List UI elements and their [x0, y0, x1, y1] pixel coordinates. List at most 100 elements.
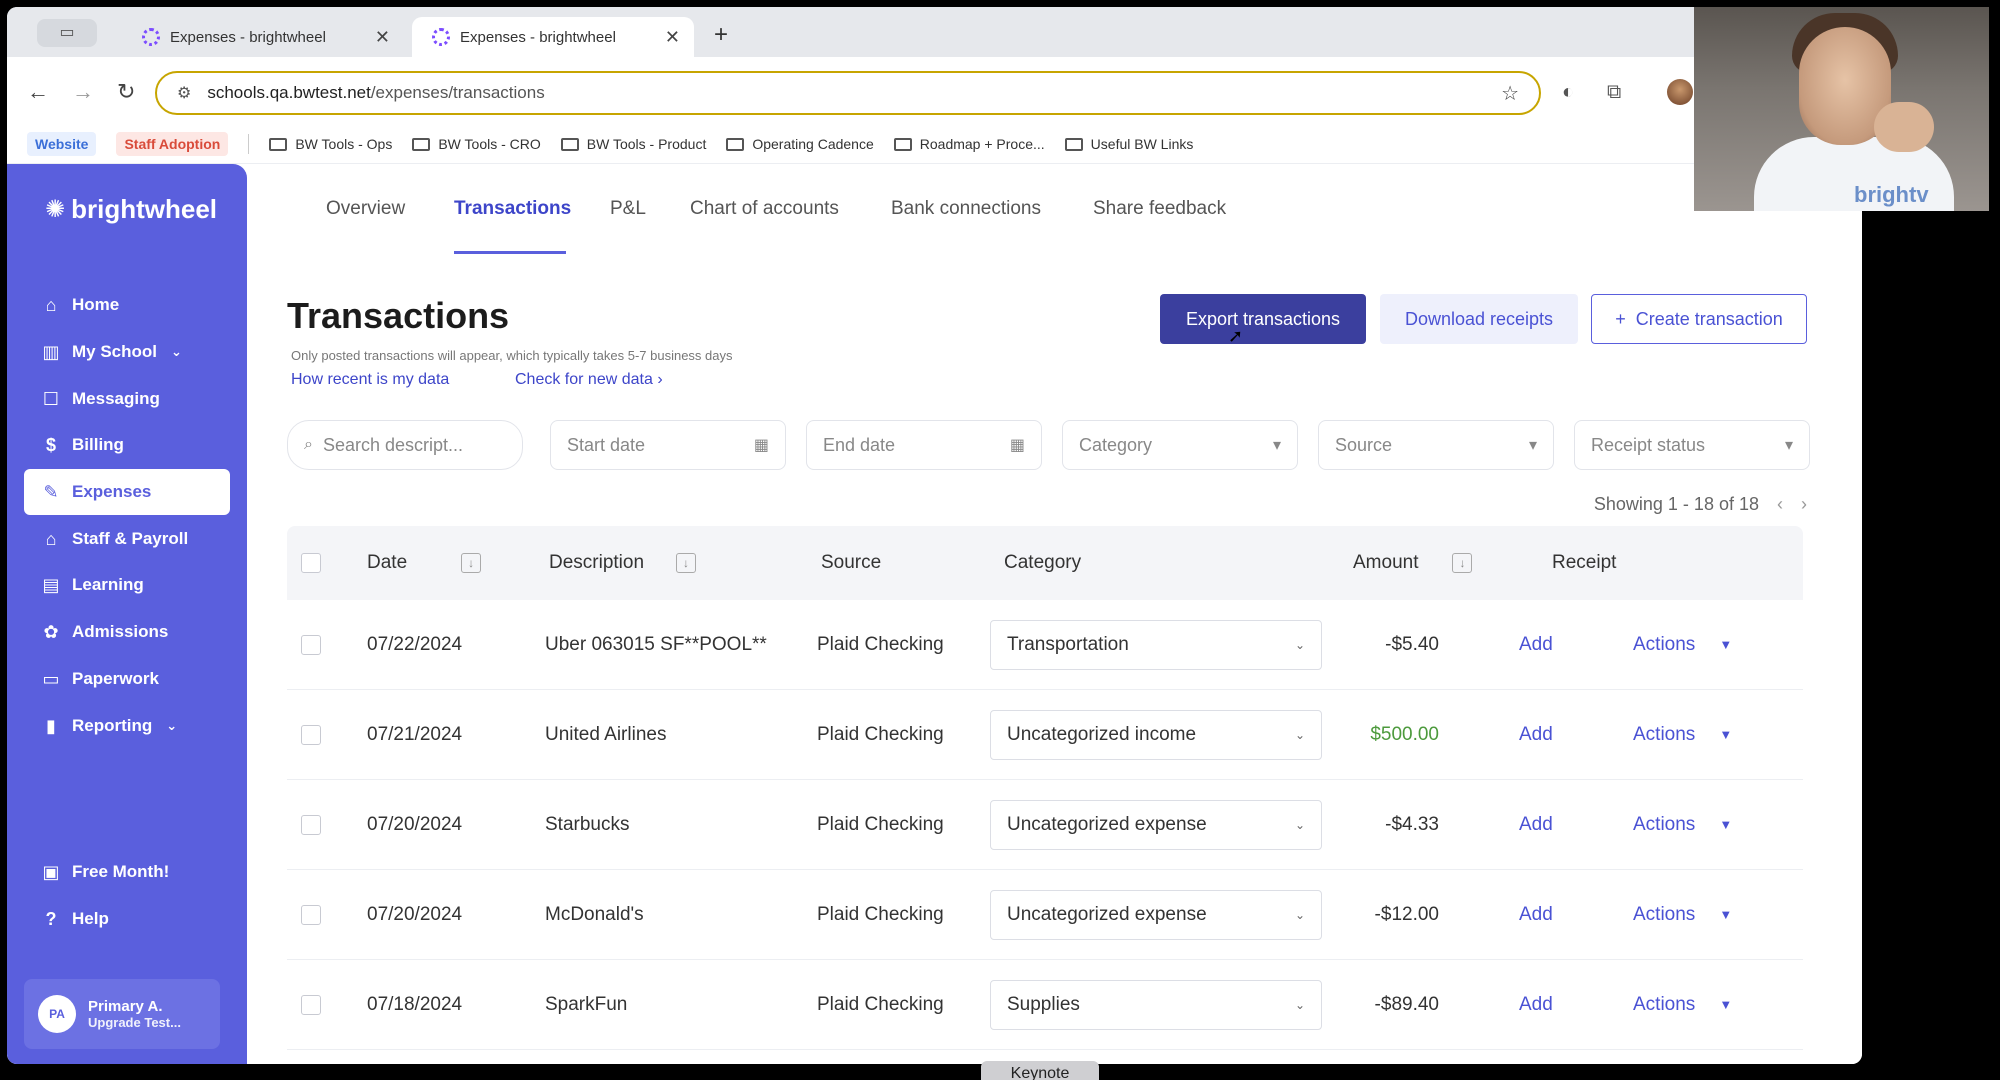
tab-bank-connections[interactable]: Bank connections	[891, 198, 1041, 220]
tab-transactions[interactable]: Transactions	[454, 198, 571, 220]
reload-icon[interactable]: ↻	[117, 79, 135, 105]
tab-share-feedback[interactable]: Share feedback	[1093, 198, 1226, 220]
bookmark-folder[interactable]: BW Tools - Product	[560, 136, 706, 152]
category-value: Transportation	[1007, 633, 1129, 655]
sidebar-item-messaging[interactable]: ☐ Messaging	[24, 376, 230, 422]
tab-p-and-l[interactable]: P&L	[610, 198, 646, 220]
row-actions-menu[interactable]: Actions ▼	[1633, 690, 1732, 779]
prev-page-icon[interactable]: ‹	[1777, 494, 1783, 515]
new-tab-icon[interactable]: +	[714, 21, 728, 49]
brightwheel-logo[interactable]: ✺ brightwheel	[45, 194, 217, 225]
caret-down-icon: ▼	[1719, 817, 1733, 832]
category-value: Uncategorized expense	[1007, 813, 1207, 835]
bookmark-folder[interactable]: BW Tools - CRO	[412, 136, 541, 152]
add-receipt-link[interactable]: Add	[1519, 870, 1553, 959]
row-actions-menu[interactable]: Actions ▼	[1633, 780, 1732, 869]
bookmark-folder[interactable]: Operating Cadence	[726, 136, 874, 152]
tab-chart-of-accounts[interactable]: Chart of accounts	[690, 198, 839, 220]
add-receipt-link[interactable]: Add	[1519, 600, 1553, 689]
header-category: Category	[1004, 526, 1081, 600]
forward-icon[interactable]: →	[72, 79, 94, 105]
select-all-checkbox[interactable]	[301, 526, 321, 600]
extensions-puzzle-icon[interactable]: ⧉	[1607, 81, 1621, 104]
bookmark-folder[interactable]: Roadmap + Proce...	[893, 136, 1045, 152]
source-filter[interactable]: Source ▾	[1318, 420, 1554, 470]
close-tab-icon[interactable]: ✕	[375, 27, 390, 48]
bookmark-star-icon[interactable]: ☆	[1501, 81, 1519, 106]
next-page-icon[interactable]: ›	[1801, 494, 1807, 515]
sidebar-item-learning[interactable]: ▤ Learning	[24, 562, 230, 608]
tab-overview[interactable]: Overview	[326, 198, 405, 220]
bookmark-separator	[248, 134, 250, 154]
browser-tab-active[interactable]: Expenses - brightwheel ✕	[412, 17, 694, 57]
download-receipts-button[interactable]: Download receipts	[1380, 294, 1578, 344]
site-info-icon[interactable]: ⚙	[177, 83, 191, 103]
row-actions-menu[interactable]: Actions ▼	[1633, 960, 1732, 1049]
top-navigation: Overview Transactions P&L Chart of accou…	[247, 164, 1862, 256]
sidebar-item-free-month[interactable]: ▣ Free Month!	[24, 849, 230, 895]
header-description[interactable]: Description ↓	[549, 526, 697, 600]
back-icon[interactable]: ←	[27, 79, 49, 105]
sidebar-item-reporting[interactable]: ▮ Reporting ⌄	[24, 703, 230, 749]
user-card[interactable]: PA Primary A. Upgrade Test...	[24, 979, 220, 1049]
page-title: Transactions	[287, 295, 510, 336]
browser-tab[interactable]: Expenses - brightwheel ✕	[122, 17, 404, 57]
header-amount[interactable]: Amount ↓	[1353, 526, 1473, 600]
bookmark-website[interactable]: Website	[27, 132, 97, 156]
row-checkbox[interactable]	[301, 814, 321, 835]
sidebar-item-staff-payroll[interactable]: ⌂ Staff & Payroll	[24, 516, 230, 562]
sidebar-item-expenses[interactable]: ✎ Expenses	[24, 469, 230, 515]
category-select[interactable]: Uncategorized expense ⌄	[990, 889, 1322, 940]
actions-label: Actions	[1633, 723, 1696, 745]
how-recent-link[interactable]: How recent is my data	[291, 371, 449, 389]
header-date[interactable]: Date ↓	[367, 526, 482, 600]
add-receipt-link[interactable]: Add	[1519, 690, 1553, 779]
row-checkbox[interactable]	[301, 724, 321, 745]
category-select[interactable]: Uncategorized expense ⌄	[990, 799, 1322, 850]
category-select[interactable]: Supplies ⌄	[990, 979, 1322, 1030]
check-new-data-link[interactable]: Check for new data ›	[515, 371, 663, 389]
end-date-field[interactable]: End date ▦	[806, 420, 1042, 470]
add-receipt-link[interactable]: Add	[1519, 960, 1553, 1049]
sort-icon[interactable]: ↓	[461, 553, 482, 573]
sidebar-item-billing[interactable]: $ Billing	[24, 422, 230, 468]
category-filter[interactable]: Category ▾	[1062, 420, 1298, 470]
address-bar[interactable]: ⚙ schools.qa.bwtest.net/expenses/transac…	[155, 71, 1541, 115]
search-input[interactable]: ⌕ Search descript...	[287, 420, 523, 470]
category-select[interactable]: Transportation ⌄	[990, 619, 1322, 670]
table-header: Date ↓ Description ↓ Source Category Amoun…	[287, 526, 1803, 600]
add-receipt-link[interactable]: Add	[1519, 780, 1553, 869]
home-icon: ⌂	[45, 294, 57, 315]
bookmark-folder[interactable]: BW Tools - Ops	[269, 136, 392, 152]
checkbox[interactable]	[301, 553, 321, 573]
row-checkbox[interactable]	[301, 904, 321, 925]
row-checkbox[interactable]	[301, 994, 321, 1015]
receipt-status-filter[interactable]: Receipt status ▾	[1574, 420, 1810, 470]
row-actions-menu[interactable]: Actions ▼	[1633, 600, 1732, 689]
row-amount: -$89.40	[1374, 993, 1439, 1015]
expenses-icon: ✎	[43, 481, 59, 502]
profile-avatar[interactable]	[1667, 79, 1693, 105]
sidebar-item-admissions[interactable]: ✿ Admissions	[24, 609, 230, 655]
sidebar-item-paperwork[interactable]: ▭ Paperwork	[24, 656, 230, 702]
sidebar-item-my-school[interactable]: ▥ My School ⌄	[24, 329, 230, 375]
category-select[interactable]: Uncategorized income ⌄	[990, 709, 1322, 760]
sort-icon[interactable]: ↓	[1452, 553, 1473, 573]
start-date-field[interactable]: Start date ▦	[550, 420, 786, 470]
create-transaction-button[interactable]: + Create transaction	[1591, 294, 1807, 344]
actions-label: Actions	[1633, 813, 1696, 835]
row-checkbox[interactable]	[301, 634, 321, 655]
close-tab-icon[interactable]: ✕	[665, 27, 680, 48]
export-transactions-button[interactable]: Export transactions	[1160, 294, 1366, 344]
url-text: schools.qa.bwtest.net/expenses/transacti…	[207, 83, 1501, 103]
sidebar-item-home[interactable]: ⌂ Home	[24, 282, 230, 328]
bookmark-folder[interactable]: Useful BW Links	[1064, 136, 1193, 152]
bookmark-staff-adoption[interactable]: Staff Adoption	[116, 132, 229, 156]
user-name: Primary A.	[88, 998, 163, 1015]
extension-icon[interactable]: ◐	[1562, 81, 1574, 104]
tab-search-icon[interactable]: ▭	[37, 19, 97, 47]
row-source: Plaid Checking	[817, 633, 944, 655]
row-actions-menu[interactable]: Actions ▼	[1633, 870, 1732, 959]
sidebar-item-help[interactable]: ? Help	[24, 896, 230, 942]
sort-icon[interactable]: ↓	[676, 553, 697, 573]
